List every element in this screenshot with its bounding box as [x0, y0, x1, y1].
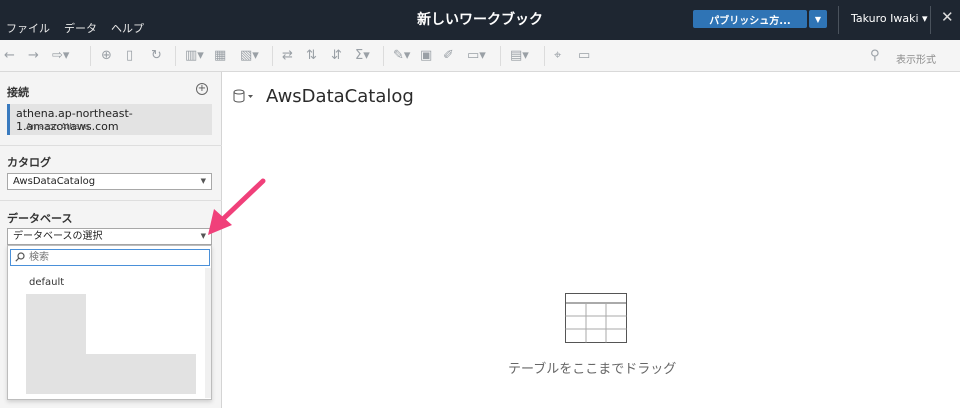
redacted-list-items: [26, 294, 86, 394]
toolbar-divider: [383, 46, 384, 66]
publish-button[interactable]: パブリッシュ方...: [693, 10, 807, 28]
sort-asc-icon[interactable]: ⇅: [306, 48, 317, 64]
database-option[interactable]: default: [29, 277, 64, 288]
toolbar: ← → ⇨▾ ⊕ ▯ ↻ ▥▾ ▦ ▧▾ ⇄ ⇅ ⇵ Σ▾ ✎▾ ▣ ✐ ▭▾ …: [0, 40, 960, 72]
connection-item[interactable]: athena.ap-northeast-1.amazonaws.com Amaz…: [7, 104, 212, 135]
new-sheet-icon[interactable]: ▥▾: [185, 48, 204, 64]
new-datasource-icon[interactable]: ⊕: [101, 48, 112, 64]
toolbar-divider: [272, 46, 273, 66]
database-search-input[interactable]: [29, 251, 199, 264]
paste-datasource-icon[interactable]: ▯: [126, 48, 133, 64]
highlight-icon[interactable]: ✎▾: [393, 48, 410, 64]
menu-data[interactable]: データ: [64, 20, 97, 36]
database-select-value: データベースの選択: [13, 231, 103, 242]
toolbar-divider: [175, 46, 176, 66]
user-menu[interactable]: Takuro Iwaki ▾: [851, 12, 928, 25]
database-dropdown: default: [7, 245, 212, 400]
connections-heading: 接続: [7, 86, 29, 99]
annotation-arrow: [208, 178, 266, 235]
catalog-title: AwsDataCatalog: [266, 86, 414, 107]
swap-icon[interactable]: ⇨▾: [52, 48, 69, 64]
search-icon: [15, 252, 25, 262]
annotate-icon[interactable]: ✐: [443, 48, 454, 64]
titlebar-divider: [838, 6, 839, 34]
sort-desc-icon[interactable]: ⇵: [331, 48, 342, 64]
database-search-box[interactable]: [10, 249, 210, 266]
title-bar: ファイル データ ヘルプ 新しいワークブック パブリッシュ方... ▼ Taku…: [0, 0, 960, 40]
connection-type: Amazon Athena: [26, 122, 90, 131]
redo-icon[interactable]: →: [28, 48, 39, 64]
fit-icon[interactable]: ▭▾: [467, 48, 486, 64]
titlebar-divider: [930, 6, 931, 34]
show-me-icon[interactable]: ⚲: [870, 48, 880, 64]
publish-dropdown-button[interactable]: ▼: [809, 10, 827, 28]
fix-axes-icon[interactable]: ▤▾: [510, 48, 529, 64]
drag-table-hint: テーブルをここまでドラッグ: [508, 362, 677, 377]
clear-sheet-icon[interactable]: ▧▾: [240, 48, 259, 64]
database-select[interactable]: データベースの選択 ▼: [7, 228, 212, 245]
close-icon[interactable]: ✕: [941, 8, 954, 26]
show-me-label[interactable]: 表示形式: [896, 51, 936, 66]
undo-icon[interactable]: ←: [4, 48, 15, 64]
redacted-list-items: [86, 354, 196, 394]
menu-file[interactable]: ファイル: [6, 20, 50, 36]
add-connection-icon[interactable]: +: [196, 83, 208, 95]
catalog-select-value: AwsDataCatalog: [13, 176, 96, 187]
toolbar-divider: [500, 46, 501, 66]
swap-rows-cols-icon[interactable]: ⇄: [282, 48, 293, 64]
database-icon[interactable]: [233, 89, 255, 103]
tooltip-icon[interactable]: ⌖: [554, 48, 561, 64]
section-divider: [0, 200, 222, 201]
menu-bar: ファイル データ ヘルプ: [6, 20, 144, 36]
duplicate-sheet-icon[interactable]: ▦: [214, 48, 226, 64]
catalog-heading: カタログ: [7, 156, 51, 169]
refresh-icon[interactable]: ↻: [151, 48, 162, 64]
menu-help[interactable]: ヘルプ: [111, 20, 144, 36]
section-divider: [0, 145, 222, 146]
totals-icon[interactable]: Σ▾: [355, 48, 370, 64]
dropdown-scrollbar[interactable]: [205, 268, 211, 398]
toolbar-divider: [90, 46, 91, 66]
presentation-icon[interactable]: ▭: [578, 48, 590, 64]
database-heading: データベース: [7, 212, 73, 225]
table-icon: [565, 293, 627, 343]
catalog-select[interactable]: AwsDataCatalog ▼: [7, 173, 212, 190]
toolbar-divider: [544, 46, 545, 66]
text-label-icon[interactable]: ▣: [420, 48, 432, 64]
